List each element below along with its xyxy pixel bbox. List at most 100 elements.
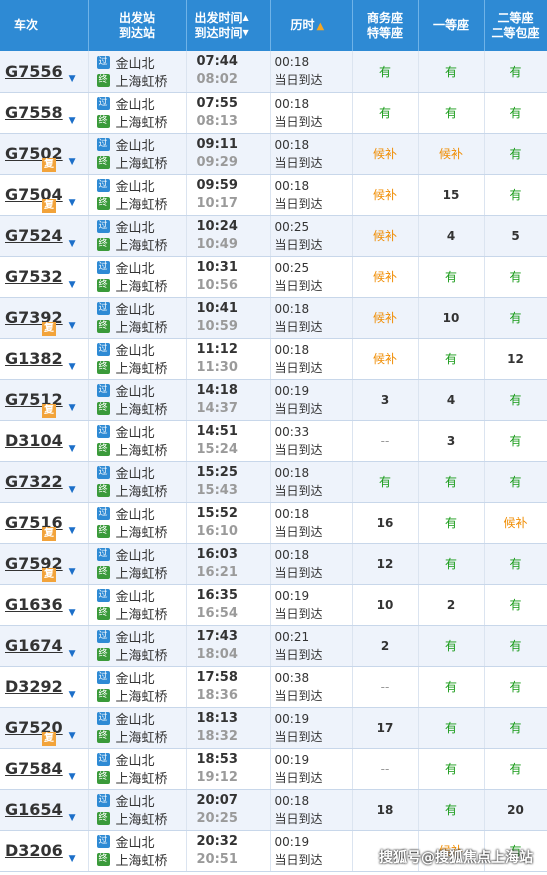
first-class-cell[interactable]: 4 [418, 379, 485, 421]
sort-asc-icon[interactable]: ▲ [317, 21, 325, 32]
expand-chevron-icon[interactable]: ▼ [69, 280, 76, 290]
expand-chevron-icon[interactable]: ▼ [69, 403, 76, 413]
train-number-link[interactable]: G1636 [5, 595, 63, 614]
business-seat-cell[interactable]: 有 [352, 461, 419, 503]
expand-chevron-icon[interactable]: ▼ [69, 526, 76, 536]
second-class-cell[interactable]: 20 [484, 789, 547, 831]
table-row[interactable]: G7532 ▼ 过金山北 终上海虹桥 10:31 10:56 00:25 当日到… [0, 256, 547, 298]
second-class-cell[interactable]: 有 [484, 461, 547, 503]
train-number-link[interactable]: G7584 [5, 759, 63, 778]
first-class-cell[interactable]: 3 [418, 420, 485, 462]
business-seat-cell[interactable]: 候补 [352, 215, 419, 257]
table-row[interactable]: G1654 ▼ 过金山北 终上海虹桥 20:07 20:25 00:18 当日到… [0, 789, 547, 831]
expand-chevron-icon[interactable]: ▼ [69, 485, 76, 495]
table-row[interactable]: G7556 ▼ 过金山北 终上海虹桥 07:44 08:02 00:18 当日到… [0, 51, 547, 93]
second-class-cell[interactable]: 有 [484, 256, 547, 298]
header-duration[interactable]: 历时 ▲ [270, 0, 353, 51]
first-class-cell[interactable]: 有 [418, 338, 485, 380]
first-class-cell[interactable]: 有 [418, 51, 485, 93]
table-row[interactable]: G7502 复 ▼ 过金山北 终上海虹桥 09:11 09:29 00:18 当… [0, 133, 547, 175]
table-row[interactable]: G7516 复 ▼ 过金山北 终上海虹桥 15:52 16:10 00:18 当… [0, 502, 547, 544]
second-class-cell[interactable]: 有 [484, 584, 547, 626]
table-row[interactable]: G7592 复 ▼ 过金山北 终上海虹桥 16:03 16:21 00:18 当… [0, 543, 547, 585]
business-seat-cell[interactable]: 3 [352, 379, 419, 421]
train-number-link[interactable]: G7556 [5, 62, 63, 81]
first-class-cell[interactable]: 有 [418, 748, 485, 790]
table-row[interactable]: G7504 复 ▼ 过金山北 终上海虹桥 09:59 10:17 00:18 当… [0, 174, 547, 216]
first-class-cell[interactable]: 有 [418, 543, 485, 585]
train-number-link[interactable]: D3206 [5, 841, 63, 860]
business-seat-cell[interactable]: 18 [352, 789, 419, 831]
first-class-cell[interactable]: 4 [418, 215, 485, 257]
second-class-cell[interactable]: 有 [484, 379, 547, 421]
first-class-cell[interactable]: 候补 [418, 133, 485, 175]
expand-chevron-icon[interactable]: ▼ [69, 74, 76, 84]
table-row[interactable]: G7322 ▼ 过金山北 终上海虹桥 15:25 15:43 00:18 当日到… [0, 461, 547, 503]
table-row[interactable]: G7512 复 ▼ 过金山北 终上海虹桥 14:18 14:37 00:19 当… [0, 379, 547, 421]
second-class-cell[interactable]: 有 [484, 707, 547, 749]
expand-chevron-icon[interactable]: ▼ [69, 567, 76, 577]
train-number-link[interactable]: G7558 [5, 103, 63, 122]
sort-up-icon[interactable]: ▲ [243, 13, 249, 23]
expand-chevron-icon[interactable]: ▼ [69, 362, 76, 372]
table-row[interactable]: G1636 ▼ 过金山北 终上海虹桥 16:35 16:54 00:19 当日到… [0, 584, 547, 626]
second-class-cell[interactable]: 有 [484, 666, 547, 708]
table-row[interactable]: G7558 ▼ 过金山北 终上海虹桥 07:55 08:13 00:18 当日到… [0, 92, 547, 134]
table-row[interactable]: G7584 ▼ 过金山北 终上海虹桥 18:53 19:12 00:19 当日到… [0, 748, 547, 790]
table-row[interactable]: G1382 ▼ 过金山北 终上海虹桥 11:12 11:30 00:18 当日到… [0, 338, 547, 380]
train-number-link[interactable]: G1382 [5, 349, 63, 368]
first-class-cell[interactable]: 有 [418, 461, 485, 503]
train-number-link[interactable]: G1674 [5, 636, 63, 655]
train-number-link[interactable]: G7322 [5, 472, 63, 491]
second-class-cell[interactable]: 有 [484, 51, 547, 93]
business-seat-cell[interactable]: 候补 [352, 133, 419, 175]
business-seat-cell[interactable]: -- [352, 420, 419, 462]
table-row[interactable]: D3292 ▼ 过金山北 终上海虹桥 17:58 18:36 00:38 当日到… [0, 666, 547, 708]
second-class-cell[interactable]: 有 [484, 625, 547, 667]
train-number-link[interactable]: G1654 [5, 800, 63, 819]
train-number-link[interactable]: D3292 [5, 677, 63, 696]
business-seat-cell[interactable]: -- [352, 748, 419, 790]
table-row[interactable]: G7524 ▼ 过金山北 终上海虹桥 10:24 10:49 00:25 当日到… [0, 215, 547, 257]
train-number-link[interactable]: G7532 [5, 267, 63, 286]
table-row[interactable]: G7392 复 ▼ 过金山北 终上海虹桥 10:41 10:59 00:18 当… [0, 297, 547, 339]
expand-chevron-icon[interactable]: ▼ [69, 649, 76, 659]
business-seat-cell[interactable]: 17 [352, 707, 419, 749]
business-seat-cell[interactable]: 候补 [352, 174, 419, 216]
second-class-cell[interactable]: 有 [484, 420, 547, 462]
expand-chevron-icon[interactable]: ▼ [69, 239, 76, 249]
second-class-cell[interactable]: 有 [484, 543, 547, 585]
table-row[interactable]: G1674 ▼ 过金山北 终上海虹桥 17:43 18:04 00:21 当日到… [0, 625, 547, 667]
expand-chevron-icon[interactable]: ▼ [69, 157, 76, 167]
header-time[interactable]: 出发时间 ▲ 到达时间 ▼ [186, 0, 271, 51]
second-class-cell[interactable]: 有 [484, 297, 547, 339]
second-class-cell[interactable]: 候补 [484, 502, 547, 544]
first-class-cell[interactable]: 有 [418, 789, 485, 831]
business-seat-cell[interactable]: 有 [352, 92, 419, 134]
second-class-cell[interactable]: 有 [484, 748, 547, 790]
first-class-cell[interactable]: 有 [418, 256, 485, 298]
first-class-cell[interactable]: 有 [418, 666, 485, 708]
business-seat-cell[interactable]: 12 [352, 543, 419, 585]
expand-chevron-icon[interactable]: ▼ [69, 813, 76, 823]
expand-chevron-icon[interactable]: ▼ [69, 444, 76, 454]
first-class-cell[interactable]: 有 [418, 707, 485, 749]
business-seat-cell[interactable]: 16 [352, 502, 419, 544]
business-seat-cell[interactable]: 有 [352, 51, 419, 93]
expand-chevron-icon[interactable]: ▼ [69, 772, 76, 782]
first-class-cell[interactable]: 有 [418, 502, 485, 544]
business-seat-cell[interactable]: 候补 [352, 297, 419, 339]
business-seat-cell[interactable]: 2 [352, 625, 419, 667]
expand-chevron-icon[interactable]: ▼ [69, 854, 76, 864]
second-class-cell[interactable]: 有 [484, 92, 547, 134]
second-class-cell[interactable]: 有 [484, 174, 547, 216]
expand-chevron-icon[interactable]: ▼ [69, 690, 76, 700]
first-class-cell[interactable]: 10 [418, 297, 485, 339]
table-row[interactable]: D3104 ▼ 过金山北 终上海虹桥 14:51 15:24 00:33 当日到… [0, 420, 547, 462]
business-seat-cell[interactable]: 候补 [352, 338, 419, 380]
expand-chevron-icon[interactable]: ▼ [69, 116, 76, 126]
first-class-cell[interactable]: 有 [418, 92, 485, 134]
business-seat-cell[interactable]: 候补 [352, 256, 419, 298]
second-class-cell[interactable]: 5 [484, 215, 547, 257]
first-class-cell[interactable]: 有 [418, 625, 485, 667]
